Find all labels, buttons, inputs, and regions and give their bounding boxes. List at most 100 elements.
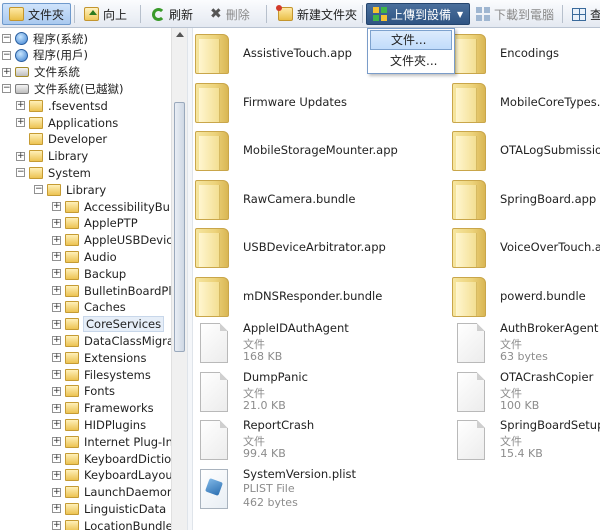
expand-icon[interactable]: +	[52, 353, 61, 363]
folder-icon	[65, 486, 79, 499]
tree-node[interactable]: + Fonts	[52, 383, 116, 400]
expand-icon[interactable]: +	[16, 118, 25, 127]
file-item[interactable]: SpringBoardSetupHe文件15.4 KB	[450, 418, 600, 464]
tree-node[interactable]: + AccessibilityBund	[52, 198, 186, 215]
expand-icon[interactable]: +	[52, 286, 61, 295]
expand-icon[interactable]: +	[52, 403, 61, 413]
folder-item[interactable]: MobileStorageMounter.app	[193, 127, 450, 173]
folder-item[interactable]: mDNSResponder.bundle	[193, 273, 450, 319]
collapse-icon[interactable]: −	[16, 168, 25, 178]
up-button[interactable]: 向上	[78, 3, 133, 25]
tree-node[interactable]: Developer	[16, 131, 108, 148]
tree-node[interactable]: + BulletinBoardPlu	[52, 282, 180, 299]
file-name: powerd.bundle	[500, 288, 586, 303]
tree-node[interactable]: + Backup	[52, 265, 127, 282]
folder-item[interactable]: SpringBoard.app	[450, 176, 600, 222]
folder-item[interactable]: RawCamera.bundle	[193, 176, 450, 222]
tree-node[interactable]: + Library	[16, 148, 89, 165]
expand-icon[interactable]: +	[16, 101, 25, 111]
collapse-icon[interactable]: −	[2, 34, 11, 43]
tree-node[interactable]: + LaunchDaemons	[52, 484, 181, 501]
collapse-icon[interactable]: −	[34, 185, 43, 195]
tree-scrollbar[interactable]	[171, 28, 187, 530]
tree-node[interactable]: − 文件系統(已越獄)	[2, 80, 124, 97]
tree-node[interactable]: + CoreServices	[52, 316, 165, 333]
expand-icon[interactable]: +	[52, 454, 61, 463]
folder-item[interactable]: powerd.bundle	[450, 273, 600, 319]
tree-node[interactable]: + KeyboardDiction	[52, 450, 179, 467]
expand-icon[interactable]: +	[52, 302, 61, 312]
expand-icon[interactable]: +	[52, 487, 61, 497]
delete-button[interactable]: ✖ 刪除	[204, 3, 256, 25]
new-folder-button[interactable]: 新建文件夾	[272, 3, 363, 25]
folder-view-button[interactable]: 文件夾	[2, 3, 72, 25]
tree-node[interactable]: + HIDPlugins	[52, 416, 147, 433]
folder-item[interactable]: MobileCoreTypes.bu	[450, 79, 600, 125]
refresh-button[interactable]: 刷新	[146, 3, 199, 25]
tree-node[interactable]: + Frameworks	[52, 400, 155, 417]
tree-node[interactable]: − System	[16, 164, 92, 181]
scrollbar-thumb[interactable]	[174, 102, 185, 352]
upload-to-device-button[interactable]: 上傳到設備 ▼	[366, 3, 471, 25]
expand-icon[interactable]: +	[2, 67, 11, 77]
tree-node-label: BulletinBoardPlu	[84, 283, 179, 298]
folder-item[interactable]: Encodings	[450, 30, 600, 76]
tree-node[interactable]: − 程序(用戶)	[2, 47, 89, 64]
file-item[interactable]: ReportCrash 文件 99.4 KB	[193, 418, 450, 464]
tree-node[interactable]: + Filesystems	[52, 366, 152, 383]
tree-node[interactable]: − 程序(系統)	[2, 30, 89, 47]
folder-item[interactable]: OTALogSubmission	[450, 127, 600, 173]
file-name: mDNSResponder.bundle	[243, 288, 383, 303]
upload-folder-menu-item[interactable]: 文件夾...	[370, 51, 452, 71]
file-size: 21.0 KB	[243, 398, 286, 412]
file-item[interactable]: OTACrashCopier 文件 100 KB	[450, 370, 600, 416]
expand-icon[interactable]: +	[52, 420, 61, 430]
tree-node[interactable]: + 文件系統	[2, 64, 81, 81]
expand-icon[interactable]: +	[52, 202, 61, 211]
tree-node[interactable]: + KeyboardLayouts	[52, 467, 184, 484]
tree-node-label: Frameworks	[84, 401, 154, 416]
expand-icon[interactable]: +	[52, 269, 61, 279]
tree-node[interactable]: + Internet Plug-Ins	[52, 433, 180, 450]
expand-icon[interactable]: +	[52, 504, 61, 514]
tree-node[interactable]: + Caches	[52, 299, 127, 316]
tree-node[interactable]: + Extensions	[52, 349, 147, 366]
dropdown-arrow-icon[interactable]: ▼	[457, 10, 463, 19]
tree-node[interactable]: + .fseventsd	[16, 97, 109, 114]
expand-icon[interactable]: +	[52, 386, 61, 396]
expand-icon[interactable]: +	[52, 336, 61, 346]
tree-node[interactable]: + LinguisticData	[52, 500, 167, 517]
tree-node[interactable]: + LocationBundles	[52, 517, 180, 530]
expand-icon[interactable]: +	[52, 470, 61, 480]
tree-node[interactable]: + Applications	[16, 114, 119, 131]
expand-icon[interactable]: +	[52, 235, 61, 245]
file-icon	[457, 323, 485, 363]
tree-node[interactable]: + ApplePTP	[52, 215, 139, 232]
tree-node[interactable]: + DataClassMigrato	[52, 332, 186, 349]
tree-node[interactable]: − Library	[34, 181, 107, 198]
expand-icon[interactable]: +	[52, 319, 61, 329]
file-item[interactable]: DumpPanic 文件 21.0 KB	[193, 370, 450, 416]
folder-item[interactable]: Firmware Updates	[193, 79, 450, 125]
collapse-icon[interactable]: −	[2, 50, 11, 60]
view-button[interactable]: 查	[566, 3, 600, 25]
expand-icon[interactable]: +	[52, 218, 61, 228]
collapse-icon[interactable]: −	[2, 84, 11, 94]
expand-icon[interactable]: +	[52, 370, 61, 379]
expand-icon[interactable]: +	[52, 437, 61, 447]
tree-node[interactable]: + AppleUSBDevice	[52, 232, 181, 249]
expand-icon[interactable]: +	[16, 151, 25, 161]
folder-item[interactable]: USBDeviceArbitrator.app	[193, 224, 450, 270]
tree-node[interactable]: + Audio	[52, 248, 118, 265]
file-item[interactable]: AppleIDAuthAgent 文件 168 KB	[193, 321, 450, 367]
download-to-pc-button[interactable]: 下載到電腦	[470, 3, 560, 25]
expand-icon[interactable]: +	[52, 521, 61, 530]
scroll-up-arrow-icon[interactable]	[176, 32, 184, 37]
file-item[interactable]: AuthBrokerAgent 文件 63 bytes	[450, 321, 600, 367]
upload-dropdown-menu: 文件... 文件夾...	[367, 28, 455, 74]
folder-item[interactable]: VoiceOverTouch.app	[450, 224, 600, 270]
toolbar: 文件夾 向上 刷新 ✖ 刪除 新建文件夾 上傳到設備 ▼ 下載到電腦 查	[0, 0, 600, 28]
expand-icon[interactable]: +	[52, 252, 61, 262]
upload-file-menu-item[interactable]: 文件...	[370, 30, 452, 50]
file-item[interactable]: SystemVersion.plist PLIST File 462 bytes	[193, 467, 450, 513]
